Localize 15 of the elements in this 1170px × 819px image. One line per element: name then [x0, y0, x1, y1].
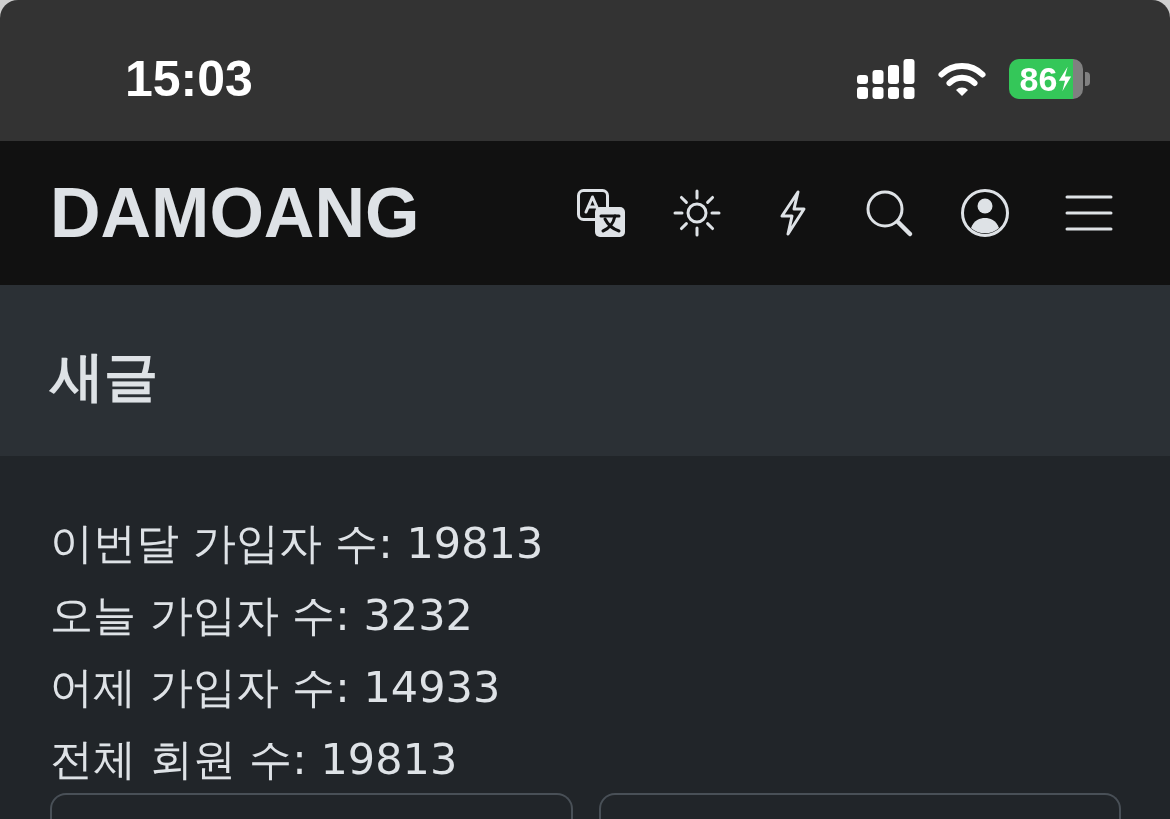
stat-line: 이번달 가입자 수: 19813: [50, 517, 544, 570]
battery-percent: 86: [1019, 61, 1058, 96]
stat-line: 어제 가입자 수: 14933: [50, 661, 501, 714]
stat-line: 오늘 가입자 수: 3232: [50, 589, 473, 642]
translate-icon: [577, 189, 625, 237]
status-time: 15:03: [125, 53, 253, 104]
sun-icon: [673, 189, 721, 237]
site-logo[interactable]: DAMOANG: [50, 178, 420, 248]
menu-icon: [1065, 193, 1113, 233]
signal-icon: [857, 58, 915, 99]
search-icon: [865, 189, 913, 237]
battery-tip-icon: [1085, 71, 1090, 86]
user-icon: [961, 189, 1009, 237]
section-title: 새글: [50, 345, 158, 410]
stat-line: 전체 회원 수: 19813: [50, 733, 458, 786]
